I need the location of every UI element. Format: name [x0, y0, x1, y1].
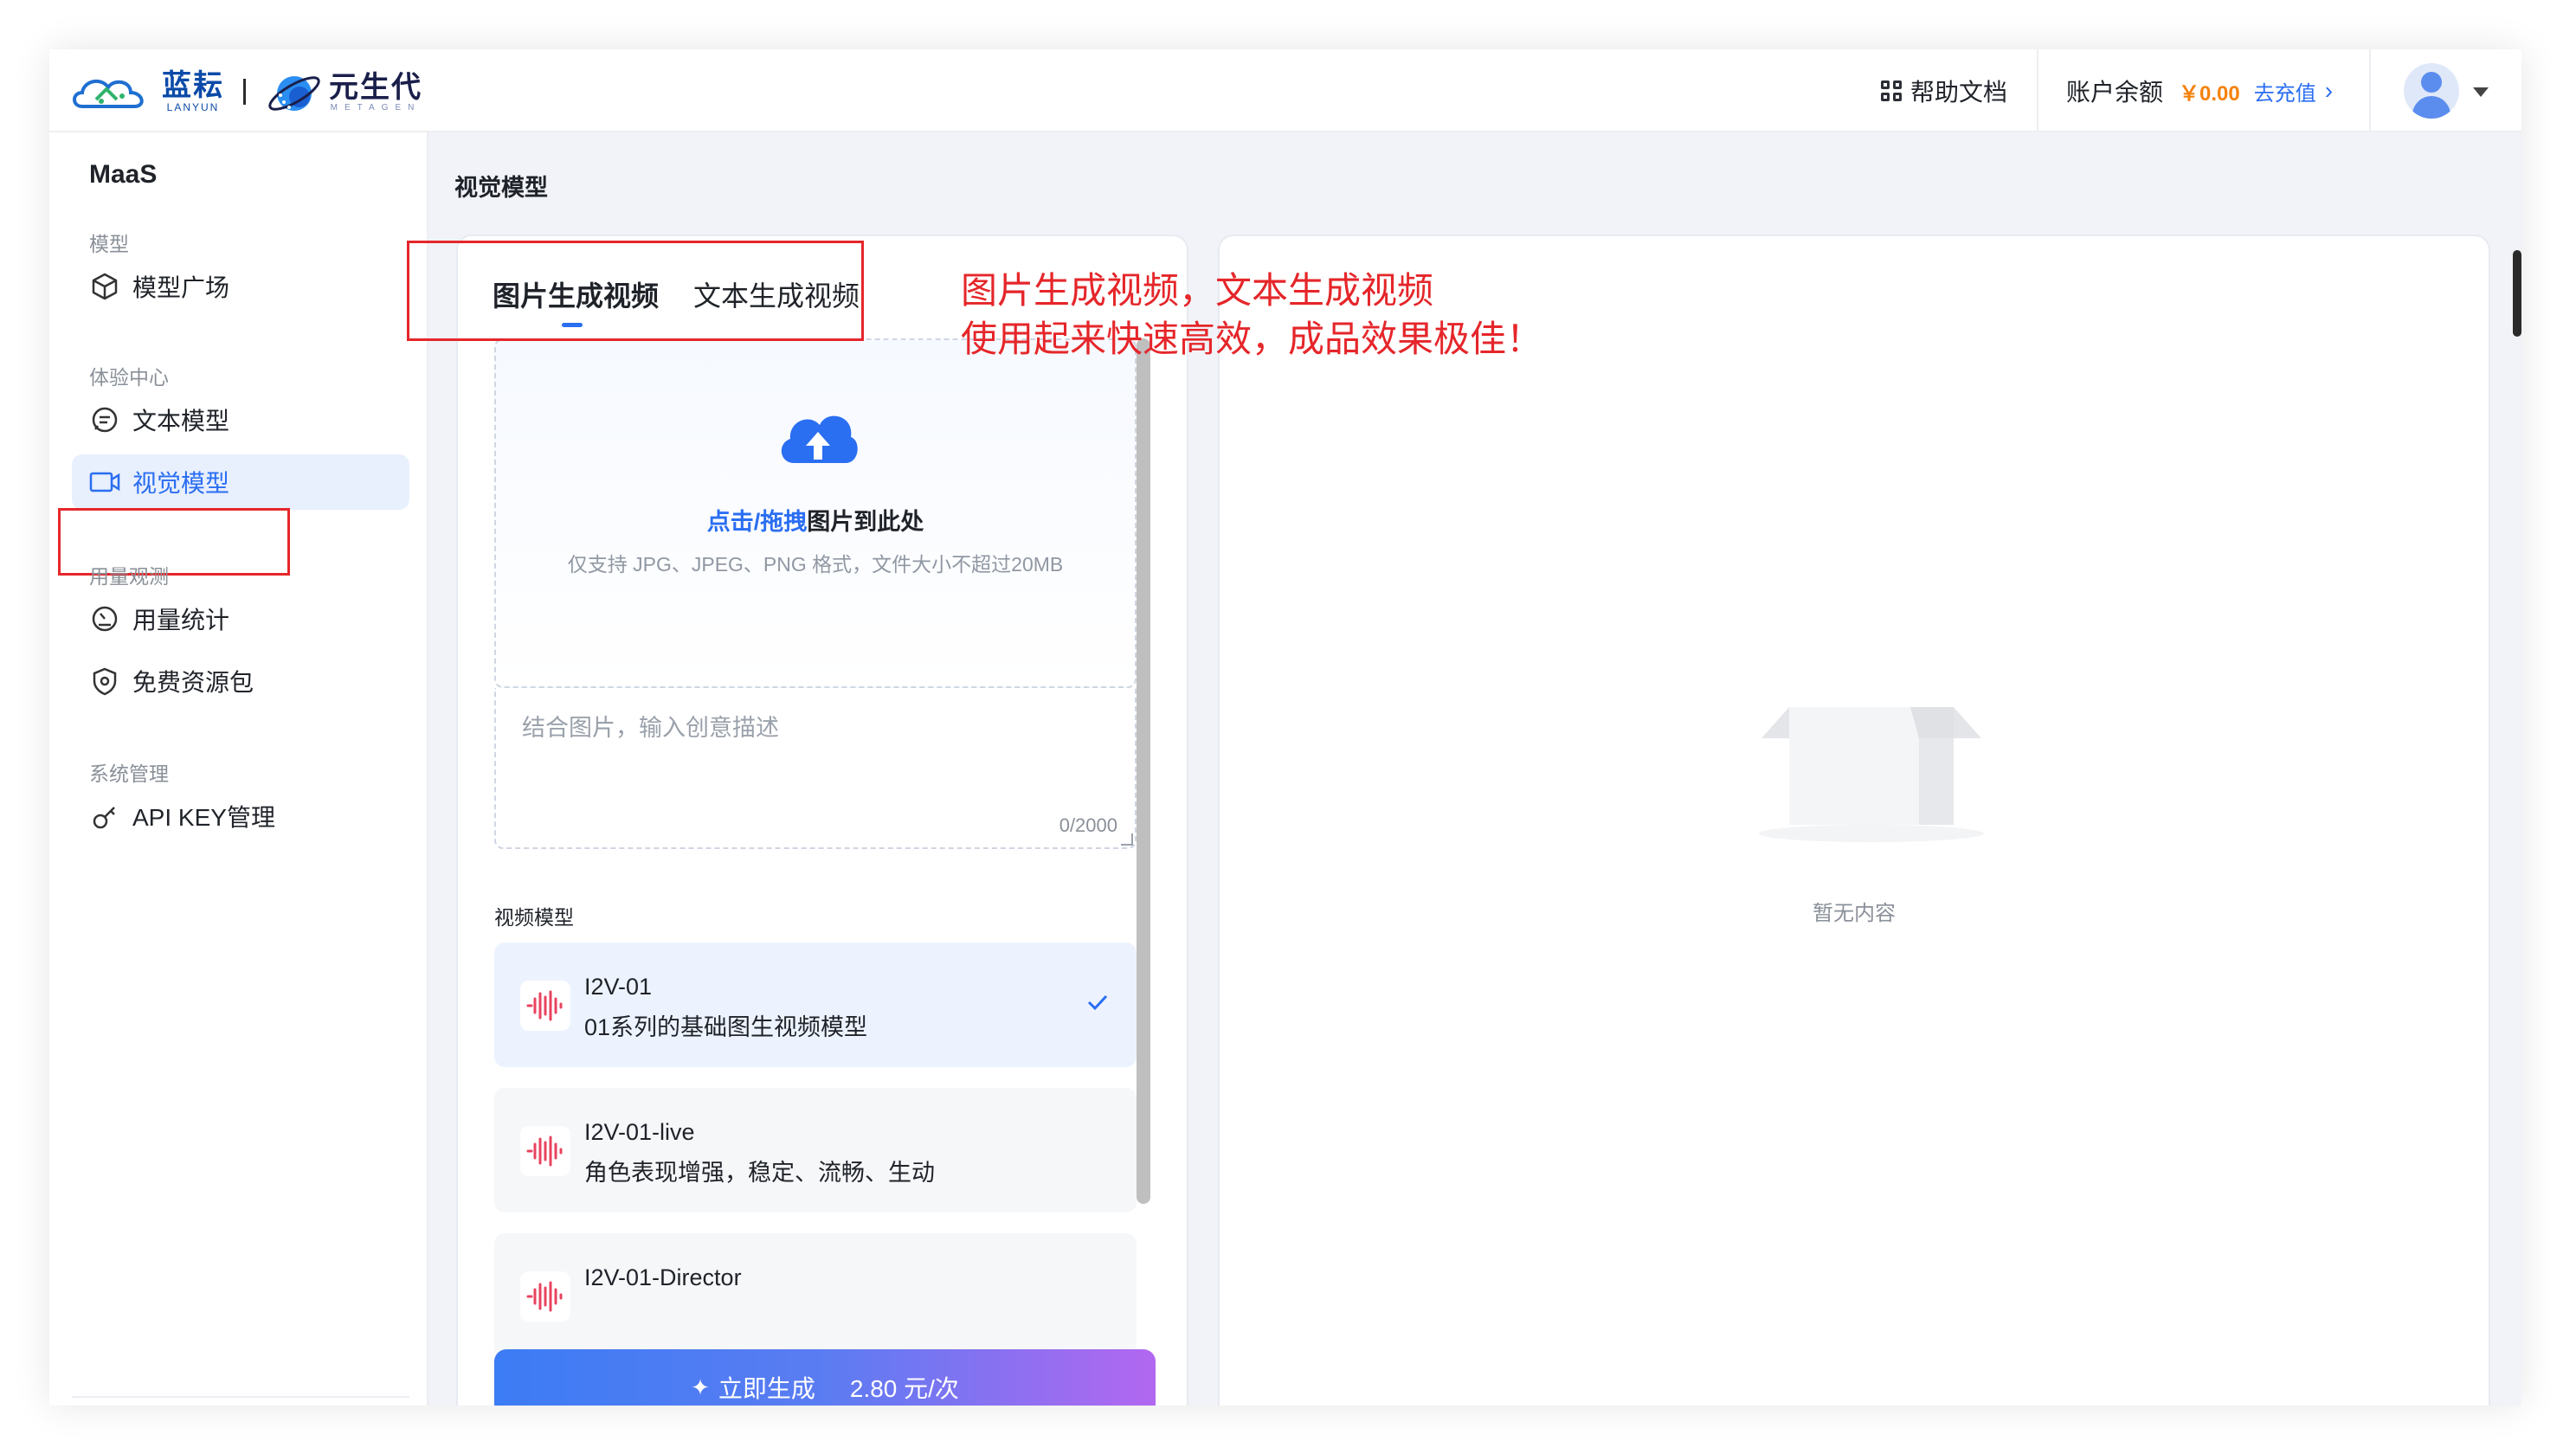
generation-panel: 图片生成视频 文本生成视频 点击/拖拽图片到此处 仅支持 JPG、JPEG、PN… [456, 235, 1188, 1406]
model-description: 角色表现增强，稳定、流畅、生动 [584, 1160, 935, 1186]
sidebar-item-model-square[interactable]: 模型广场 [72, 259, 409, 314]
model-name: I2V-01 [584, 974, 653, 1000]
header-divider [2369, 49, 2371, 132]
cube-icon [89, 271, 120, 302]
highlight-box [407, 241, 864, 341]
check-icon [1087, 994, 1108, 1011]
brand-metagen-en: METAGEN [330, 102, 422, 113]
upload-cta-link[interactable]: 点击/拖拽 [707, 509, 808, 535]
logo-divider [243, 79, 246, 105]
model-description: 01系列的基础图生视频模型 [584, 1014, 868, 1040]
generate-button[interactable]: ✦ 立即生成 2.80 元/次 [494, 1349, 1156, 1406]
planet-logo-icon [268, 76, 320, 111]
shield-icon [89, 666, 120, 697]
resize-handle-icon[interactable] [1121, 833, 1133, 846]
account-balance: 账户余额 ￥0.00 去充值 › [2066, 72, 2333, 110]
help-docs-label: 帮助文档 [1910, 79, 2008, 106]
brand-logo[interactable]: 蓝耘 LANYUN 元生代 METAGEN [70, 61, 422, 122]
key-icon [89, 801, 120, 832]
header-divider [2037, 49, 2038, 132]
caret-down-icon[interactable] [2473, 87, 2489, 97]
sidebar-item-vision-model[interactable]: 视觉模型 [72, 454, 409, 510]
character-counter: 0/2000 [1059, 814, 1117, 836]
sidebar-group-label: 用量观测 [89, 565, 169, 588]
brand-lanyun-en: LANYUN [166, 101, 220, 113]
brand-metagen: 元生代 METAGEN [329, 72, 422, 113]
sidebar-group-label: 体验中心 [89, 366, 169, 389]
result-panel: 暂无内容 [1218, 235, 2490, 1406]
waveform-icon [520, 1271, 570, 1322]
model-name: I2V-01-live [584, 1119, 695, 1145]
image-upload-dropzone[interactable]: 点击/拖拽图片到此处 仅支持 JPG、JPEG、PNG 格式，文件大小不超过20… [494, 338, 1137, 688]
upload-cta-text: 图片到此处 [807, 509, 924, 535]
page-scrollbar[interactable] [2513, 250, 2521, 337]
sidebar-item-label: 文本模型 [132, 408, 230, 434]
sparkle-icon: ✦ [691, 1374, 710, 1400]
upload-cta: 点击/拖拽图片到此处 [496, 503, 1135, 537]
empty-box-icon [1759, 707, 1984, 842]
sidebar-item-free-resources[interactable]: 免费资源包 [72, 653, 409, 709]
empty-state-text: 暂无内容 [1813, 902, 1896, 925]
generate-label: 立即生成 [718, 1375, 815, 1402]
panel-scrollbar[interactable] [1135, 338, 1152, 1221]
top-header: 蓝耘 LANYUN 元生代 METAGEN 帮助文档 账户余额 ￥0.00 去充… [49, 49, 2521, 132]
cloud-upload-icon [781, 415, 858, 463]
sidebar-item-usage-stats[interactable]: 用量统计 [72, 591, 409, 647]
model-option-i2v-01[interactable]: I2V-01 01系列的基础图生视频模型 [494, 943, 1137, 1067]
sidebar-item-text-model[interactable]: 文本模型 [72, 392, 409, 447]
sidebar-item-label: 免费资源包 [132, 669, 254, 696]
page-title: 视觉模型 [454, 175, 548, 201]
model-name: I2V-01-Director [584, 1264, 742, 1290]
brand-metagen-cn: 元生代 [329, 70, 422, 104]
annotation-line-1: 图片生成视频，文本生成视频 [961, 270, 1434, 311]
sidebar-title: MaaS [89, 160, 158, 189]
video-icon [89, 466, 120, 498]
balance-amount: ￥0.00 [2179, 81, 2240, 106]
sidebar-group-label: 模型 [89, 233, 129, 255]
gauge-icon [89, 603, 120, 634]
prompt-placeholder: 结合图片，输入创意描述 [522, 715, 779, 741]
grid-icon [1881, 80, 1902, 101]
sidebar-divider [72, 1396, 409, 1398]
sidebar-item-label: 模型广场 [132, 274, 230, 301]
chevron-right-icon[interactable]: › [2325, 77, 2333, 105]
sidebar-item-label: 用量统计 [132, 607, 230, 634]
annotation-line-2: 使用起来快速高效，成品效果极佳！ [961, 318, 1543, 359]
balance-label: 账户余额 [2066, 79, 2164, 106]
sidebar-item-label: API KEY管理 [132, 804, 275, 831]
recharge-link[interactable]: 去充值 [2254, 76, 2316, 106]
brand-lanyun-cn: 蓝耘 [162, 69, 224, 102]
generate-price: 2.80 元/次 [849, 1375, 959, 1402]
avatar[interactable] [2404, 63, 2459, 119]
upload-hint: 仅支持 JPG、JPEG、PNG 格式，文件大小不超过20MB [567, 553, 1064, 576]
brand-lanyun: 蓝耘 LANYUN [162, 70, 224, 113]
prompt-textarea[interactable]: 结合图片，输入创意描述 0/2000 [494, 688, 1137, 849]
cloud-logo-icon [73, 79, 144, 108]
model-option-i2v-01-live[interactable]: I2V-01-live 角色表现增强，稳定、流畅、生动 [494, 1088, 1137, 1213]
chat-icon [89, 404, 120, 435]
waveform-icon [520, 981, 570, 1031]
model-option-i2v-01-director[interactable]: I2V-01-Director [494, 1233, 1137, 1358]
help-docs-link[interactable]: 帮助文档 [1881, 72, 2007, 110]
sidebar-group-label: 系统管理 [89, 762, 169, 785]
sidebar-item-label: 视觉模型 [132, 470, 230, 497]
video-model-label: 视频模型 [494, 906, 574, 929]
sidebar: MaaS 模型 模型广场 体验中心 文本模型 视觉模型 用量观测 用量统计 免费… [49, 132, 428, 1406]
waveform-icon [520, 1126, 570, 1176]
sidebar-item-api-key[interactable]: API KEY管理 [72, 788, 409, 844]
